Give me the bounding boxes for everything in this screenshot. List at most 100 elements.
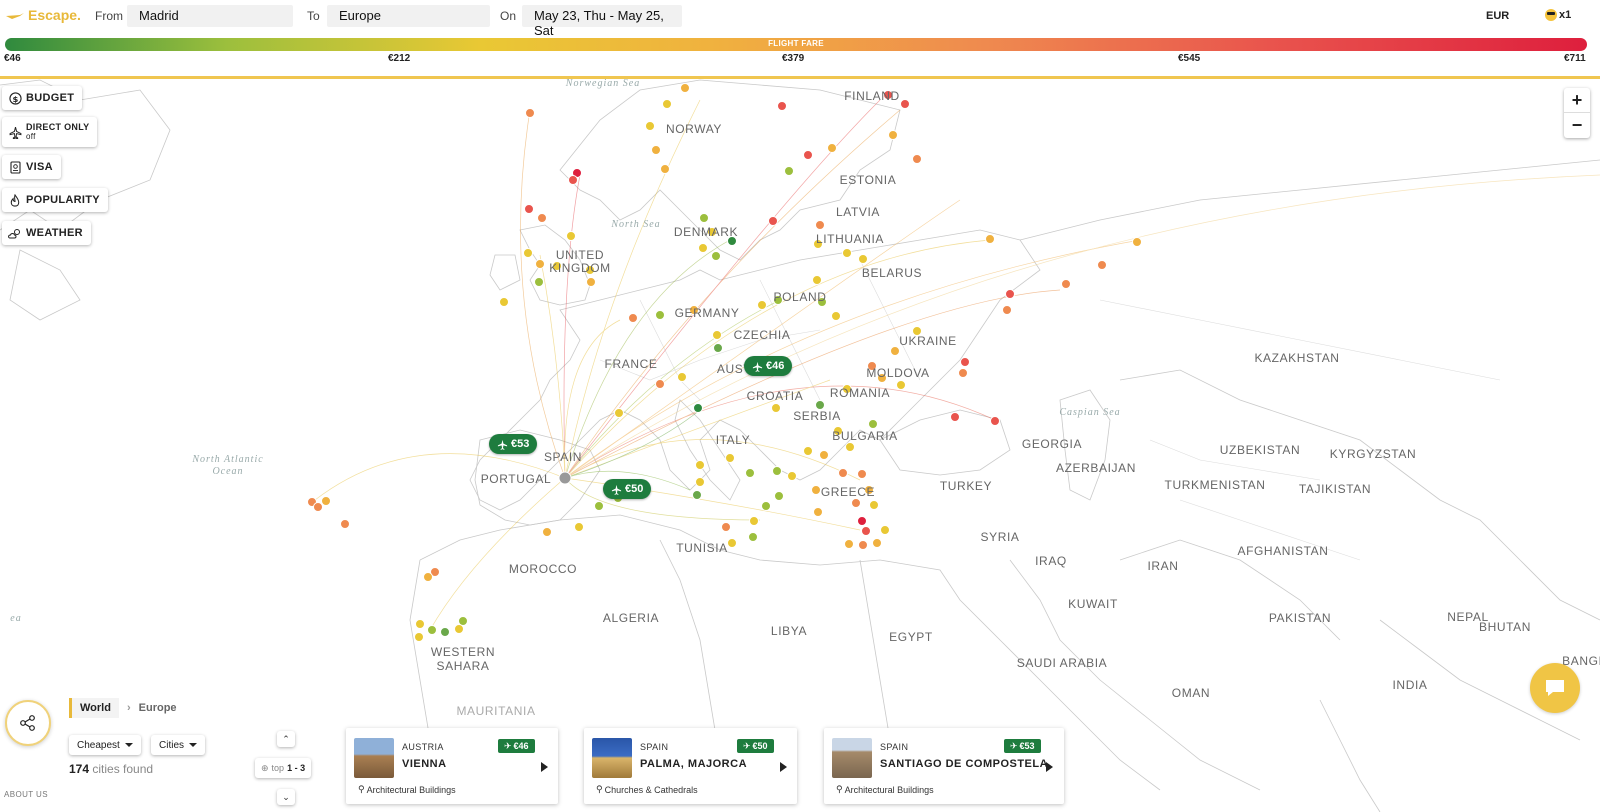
- destination-card[interactable]: SPAIN SANTIAGO DE COMPOSTELA ✈ €53 ⚲ Arc…: [824, 728, 1064, 804]
- breadcrumb-world[interactable]: World: [69, 698, 119, 718]
- sunglasses-emoji-icon: [1545, 9, 1557, 21]
- map[interactable]: FINLAND NORWAY ESTONIA LATVIA DENMARK LI…: [0, 78, 1600, 812]
- country-label: INDIA: [1392, 678, 1428, 692]
- play-arrow-icon[interactable]: [541, 762, 548, 772]
- card-tag: ⚲ Architectural Buildings: [358, 784, 456, 795]
- country-label: FRANCE: [604, 357, 658, 371]
- passenger-selector[interactable]: x1: [1545, 9, 1571, 21]
- zoom-out-button[interactable]: −: [1564, 113, 1590, 138]
- filter-label: VISA: [26, 161, 53, 173]
- about-us-link[interactable]: ABOUT US: [4, 790, 48, 799]
- price-pin-palma[interactable]: €50: [603, 479, 652, 499]
- svg-text:$: $: [12, 93, 18, 103]
- country-label: TURKMENISTAN: [1164, 478, 1266, 492]
- country-label: CZECHIA: [733, 328, 791, 342]
- card-tag: ⚲ Churches & Cathedrals: [596, 784, 698, 795]
- country-label: CROATIA: [746, 389, 804, 403]
- location-pin-icon: ⚲: [836, 784, 843, 794]
- chevron-down-icon: ⌄: [282, 791, 290, 802]
- sort-label: Cheapest: [77, 739, 120, 751]
- direct-only-filter[interactable]: DIRECT ONLY off: [2, 117, 98, 147]
- country-label: EGYPT: [889, 630, 933, 644]
- country-label: AFGHANISTAN: [1237, 544, 1329, 558]
- city-thumbnail: [832, 738, 872, 778]
- top-bar: Escape. From Madrid To Europe On May 23,…: [0, 0, 1600, 38]
- breadcrumb-europe[interactable]: Europe: [139, 702, 177, 714]
- country-label: IRAQ: [1035, 554, 1067, 568]
- card-price-badge: ✈ €46: [498, 739, 535, 753]
- fare-tick: €379: [782, 53, 805, 64]
- card-country: SPAIN: [640, 742, 669, 752]
- country-label: WESTERN SAHARA: [430, 645, 496, 673]
- sort-dropdown[interactable]: Cheapest: [69, 735, 141, 755]
- plane-icon: [611, 484, 622, 495]
- destination-card[interactable]: AUSTRIA VIENNA ✈ €46 ⚲ Architectural Bui…: [346, 728, 558, 804]
- budget-filter[interactable]: $ BUDGET: [2, 86, 83, 110]
- country-label: POLAND: [773, 290, 827, 304]
- plane-icon: ✈: [1010, 740, 1018, 751]
- country-label: LATVIA: [835, 205, 881, 219]
- filter-label: WEATHER: [26, 227, 83, 239]
- plane-logo-icon: [6, 13, 24, 19]
- zoom-in-button[interactable]: +: [1564, 88, 1590, 113]
- logo[interactable]: Escape.: [6, 7, 81, 23]
- passport-icon: [8, 160, 22, 174]
- card-tag-text: Churches & Cathedrals: [604, 784, 698, 795]
- map-canvas[interactable]: [0, 79, 1600, 812]
- results-number: 174: [69, 762, 90, 776]
- group-dropdown[interactable]: Cities: [151, 735, 206, 755]
- play-arrow-icon[interactable]: [1046, 762, 1053, 772]
- to-input[interactable]: Europe: [327, 5, 490, 27]
- country-label: MOLDOVA: [866, 366, 930, 380]
- fare-tick: €46: [4, 53, 21, 64]
- currency-selector[interactable]: EUR: [1486, 10, 1509, 22]
- date-input[interactable]: May 23, Thu - May 25, Sat: [522, 5, 682, 38]
- sea-label: Norwegian Sea: [565, 78, 641, 89]
- zoom-control: + −: [1564, 88, 1590, 138]
- scroll-up-button[interactable]: ⌃: [277, 731, 295, 747]
- fare-bar-title: FLIGHT FARE: [768, 39, 824, 48]
- card-city: VIENNA: [402, 758, 447, 770]
- price-pin-vienna[interactable]: €46: [744, 356, 793, 376]
- card-city: SANTIAGO DE COMPOSTELA: [880, 758, 1049, 770]
- plane-icon: [752, 361, 763, 372]
- price-pin-santiago[interactable]: €53: [489, 434, 538, 454]
- country-label: BELARUS: [861, 266, 923, 280]
- destination-card[interactable]: SPAIN PALMA, MAJORCA ✈ €50 ⚲ Churches & …: [584, 728, 797, 804]
- country-label: PAKISTAN: [1268, 611, 1332, 625]
- card-tag-text: Architectural Buildings: [844, 784, 934, 795]
- fare-tick: €212: [388, 53, 411, 64]
- visa-filter[interactable]: VISA: [2, 155, 61, 179]
- country-label: ESTONIA: [839, 173, 897, 187]
- scroll-down-button[interactable]: ⌄: [277, 789, 295, 805]
- country-label: GERMANY: [674, 306, 740, 320]
- play-arrow-icon[interactable]: [780, 762, 787, 772]
- country-label: LIBYA: [770, 624, 808, 638]
- location-pin-icon: ⚲: [358, 784, 365, 794]
- weather-filter[interactable]: WEATHER: [2, 221, 91, 245]
- caret-down-icon: [189, 743, 198, 747]
- top-range-selector[interactable]: ⊕ top 1 - 3: [255, 758, 312, 778]
- target-icon: ⊕: [261, 762, 269, 773]
- country-label: UNITED KINGDOM: [549, 248, 611, 275]
- from-label: From: [95, 9, 123, 23]
- from-input[interactable]: Madrid: [127, 5, 293, 27]
- filter-label: BUDGET: [26, 92, 75, 104]
- card-price: €50: [752, 741, 768, 751]
- pin-price: €46: [766, 360, 785, 372]
- country-label: GEORGIA: [1021, 437, 1083, 451]
- card-country: SPAIN: [880, 742, 909, 752]
- popularity-filter[interactable]: POPULARITY: [2, 188, 108, 212]
- country-label: GREECE: [820, 485, 876, 499]
- card-tag: ⚲ Architectural Buildings: [836, 784, 934, 795]
- city-thumbnail: [592, 738, 632, 778]
- chat-button[interactable]: [1530, 663, 1580, 713]
- city-thumbnail: [354, 738, 394, 778]
- country-label: ROMANIA: [829, 386, 891, 400]
- sea-label: North Sea: [611, 219, 661, 230]
- country-label: TAJIKISTAN: [1298, 482, 1372, 496]
- country-label: ITALY: [715, 433, 751, 447]
- country-label: KYRGYZSTAN: [1329, 447, 1417, 461]
- share-button[interactable]: [5, 700, 51, 746]
- country-label: SAUDI ARABIA: [1016, 656, 1108, 670]
